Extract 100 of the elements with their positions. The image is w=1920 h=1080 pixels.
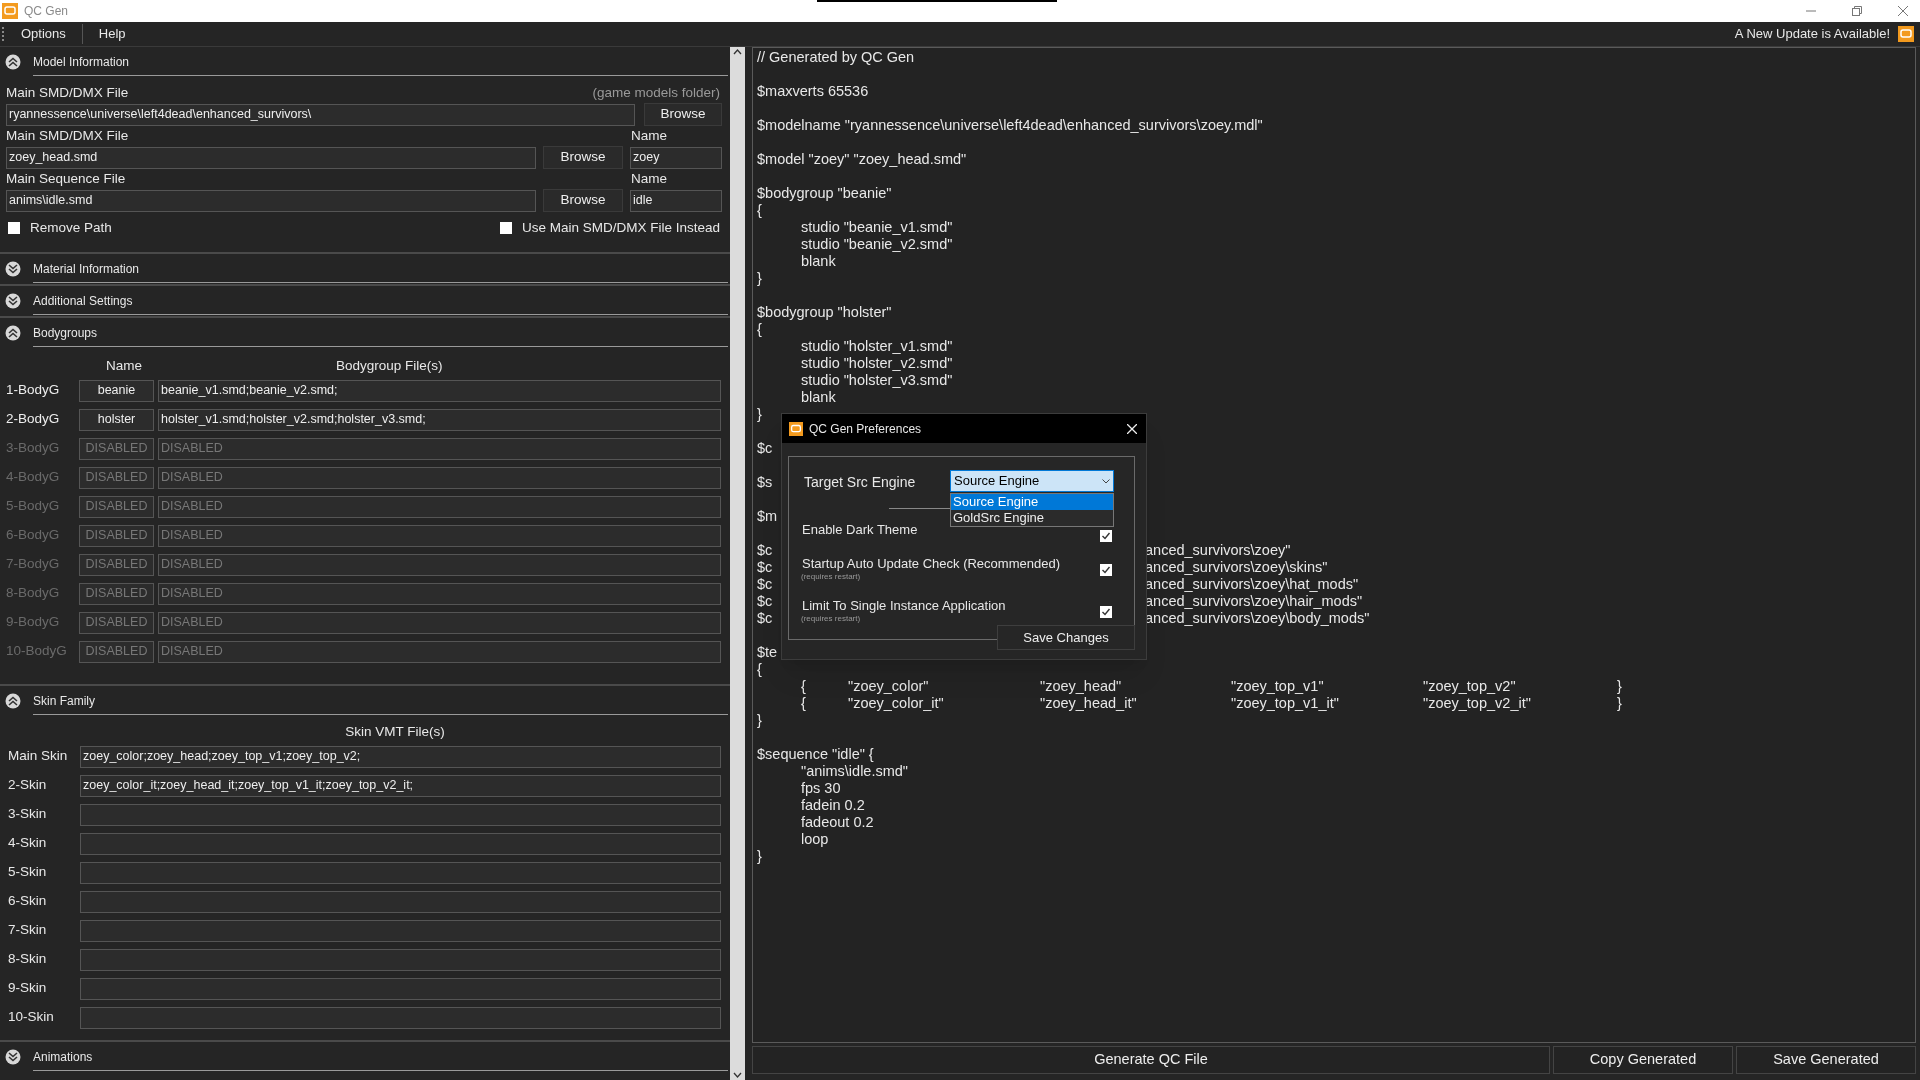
code-text: "zoey_color_it" [848, 695, 945, 712]
action-button[interactable]: Save Generated [1736, 1046, 1916, 1074]
setting-label[interactable]: Limit To Single Instance Application [802, 598, 1006, 614]
save-button[interactable]: Save Changes [997, 625, 1135, 650]
checkbox[interactable] [499, 222, 512, 234]
input-field[interactable] [80, 919, 721, 942]
field-label: Main SMD/DMX File [6, 126, 130, 145]
code-line: $c [757, 610, 773, 626]
menu-item[interactable]: Help [82, 24, 142, 44]
code-line: studio "holster_v1.smd" [800, 338, 953, 355]
action-button[interactable]: Generate QC File [752, 1046, 1550, 1074]
section-title[interactable]: Animations [33, 1047, 93, 1066]
input-field[interactable] [80, 832, 721, 855]
input-field[interactable]: holster [79, 408, 154, 431]
code-line: $maxverts 65536 [757, 83, 869, 100]
input-field[interactable]: idle [630, 189, 722, 212]
input-field[interactable]: anims\idle.smd [6, 189, 536, 212]
code-editor[interactable] [752, 47, 1916, 1043]
browse-button[interactable]: Browse [543, 146, 623, 169]
code-line: anced_survivors\zoey" [1145, 542, 1291, 559]
checkbox[interactable] [1100, 564, 1112, 576]
browse-button[interactable]: Browse [644, 103, 722, 126]
code-line: $te [757, 644, 778, 661]
code-text: } [1617, 678, 1623, 695]
setting-label[interactable]: Startup Auto Update Check (Recommended) [802, 556, 1060, 572]
input-field[interactable] [80, 948, 721, 971]
input-field[interactable]: zoey_color;zoey_head;zoey_top_v1;zoey_top_v2; [80, 745, 721, 768]
update-notice[interactable]: A New Update is Available! [1734, 24, 1890, 44]
input-field[interactable] [80, 861, 721, 884]
row-label: 1-BodyG [6, 381, 61, 400]
code-line: $c [757, 559, 773, 575]
scroll-down-icon[interactable] [733, 1072, 742, 1078]
row-label: 5-Skin [7, 863, 48, 882]
code-line: fadeout 0.2 [800, 814, 874, 831]
input-field[interactable]: beanie_v1.smd;beanie_v2.smd; [158, 379, 721, 402]
input-field[interactable]: zoey_color_it;zoey_head_it;zoey_top_v1_it;zoey_top_v2_it; [80, 774, 721, 797]
setting-note: (requires restart) [801, 614, 862, 624]
action-button[interactable]: Copy Generated [1553, 1046, 1733, 1074]
row-label: 3-Skin [7, 805, 48, 824]
input-field[interactable] [80, 1006, 721, 1029]
checkbox[interactable] [1100, 530, 1112, 542]
field-label: Main SMD/DMX File [6, 83, 129, 102]
code-text: } [1617, 695, 1623, 712]
setting-label[interactable]: Enable Dark Theme [802, 522, 918, 538]
field-hint: (game models folder) [592, 83, 720, 102]
input-field[interactable]: ryannessence\universe\left4dead\enhanced_survivors\ [6, 103, 635, 126]
input-field[interactable]: zoey_head.smd [6, 146, 536, 169]
expand-icon[interactable] [5, 261, 21, 277]
checkbox[interactable] [1100, 606, 1112, 618]
input-field[interactable]: beanie [79, 379, 154, 402]
row-label: 7-Skin [7, 921, 48, 940]
expand-icon[interactable] [5, 293, 21, 309]
row-label: 6-BodyG [6, 526, 61, 545]
dropdown-option[interactable]: GoldSrc Engine [951, 510, 1113, 526]
scrollbar[interactable] [730, 47, 745, 1080]
scroll-up-icon[interactable] [733, 49, 742, 55]
code-line: $c [757, 542, 773, 558]
field-label: Target Src Engine [804, 473, 916, 492]
code-line: $c [757, 593, 773, 609]
checkbox-label[interactable]: Use Main SMD/DMX File Instead [521, 217, 720, 239]
code-text: "zoey_head_it" [1040, 695, 1138, 712]
column-header: Bodygroup File(s) [336, 356, 443, 375]
collapse-icon[interactable] [5, 693, 21, 709]
code-line: fadein 0.2 [800, 797, 865, 814]
row-label: 9-BodyG [6, 613, 61, 632]
collapse-icon[interactable] [5, 325, 21, 341]
caret-icon [1102, 478, 1110, 484]
row-label: 9-Skin [7, 979, 48, 998]
section-title[interactable]: Model Information [33, 52, 130, 71]
engine-dropdown[interactable]: Source Engine [950, 470, 1114, 492]
section-title[interactable]: Bodygroups [33, 323, 98, 342]
input-field[interactable]: zoey [630, 146, 722, 169]
code-line: { [757, 661, 762, 678]
code-text: { [801, 695, 807, 712]
input-field[interactable] [80, 803, 721, 826]
expand-icon[interactable] [5, 1049, 21, 1065]
checkbox-label[interactable]: Remove Path [30, 217, 112, 239]
row-label: 6-Skin [7, 892, 48, 911]
row-label: 2-Skin [7, 776, 48, 795]
section-title[interactable]: Material Information [33, 259, 140, 278]
section-title[interactable]: Skin Family [33, 691, 95, 710]
browse-button[interactable]: Browse [543, 189, 623, 212]
field-label: Name [631, 169, 667, 188]
input-field[interactable] [80, 890, 721, 913]
dropdown-option[interactable]: Source Engine [951, 494, 1113, 510]
input-field[interactable]: holster_v1.smd;holster_v2.smd;holster_v3.smd; [158, 408, 721, 431]
input-field[interactable] [80, 977, 721, 1000]
restore-icon[interactable] [1852, 6, 1862, 16]
section-title[interactable]: Additional Settings [33, 291, 133, 310]
menu-item[interactable]: Options [5, 24, 83, 44]
code-text: "zoey_top_v2" [1423, 678, 1517, 695]
code-line: anced_survivors\zoey\hat_mods" [1145, 576, 1359, 593]
code-line: { [757, 202, 762, 219]
code-text: "zoey_top_v1" [1231, 678, 1325, 695]
code-line: $m [757, 508, 778, 525]
collapse-icon[interactable] [5, 54, 21, 70]
row-label: 10-BodyG [6, 642, 68, 661]
code-line: $c [757, 440, 773, 457]
checkbox[interactable] [8, 222, 20, 234]
column-header: Name [106, 356, 142, 375]
